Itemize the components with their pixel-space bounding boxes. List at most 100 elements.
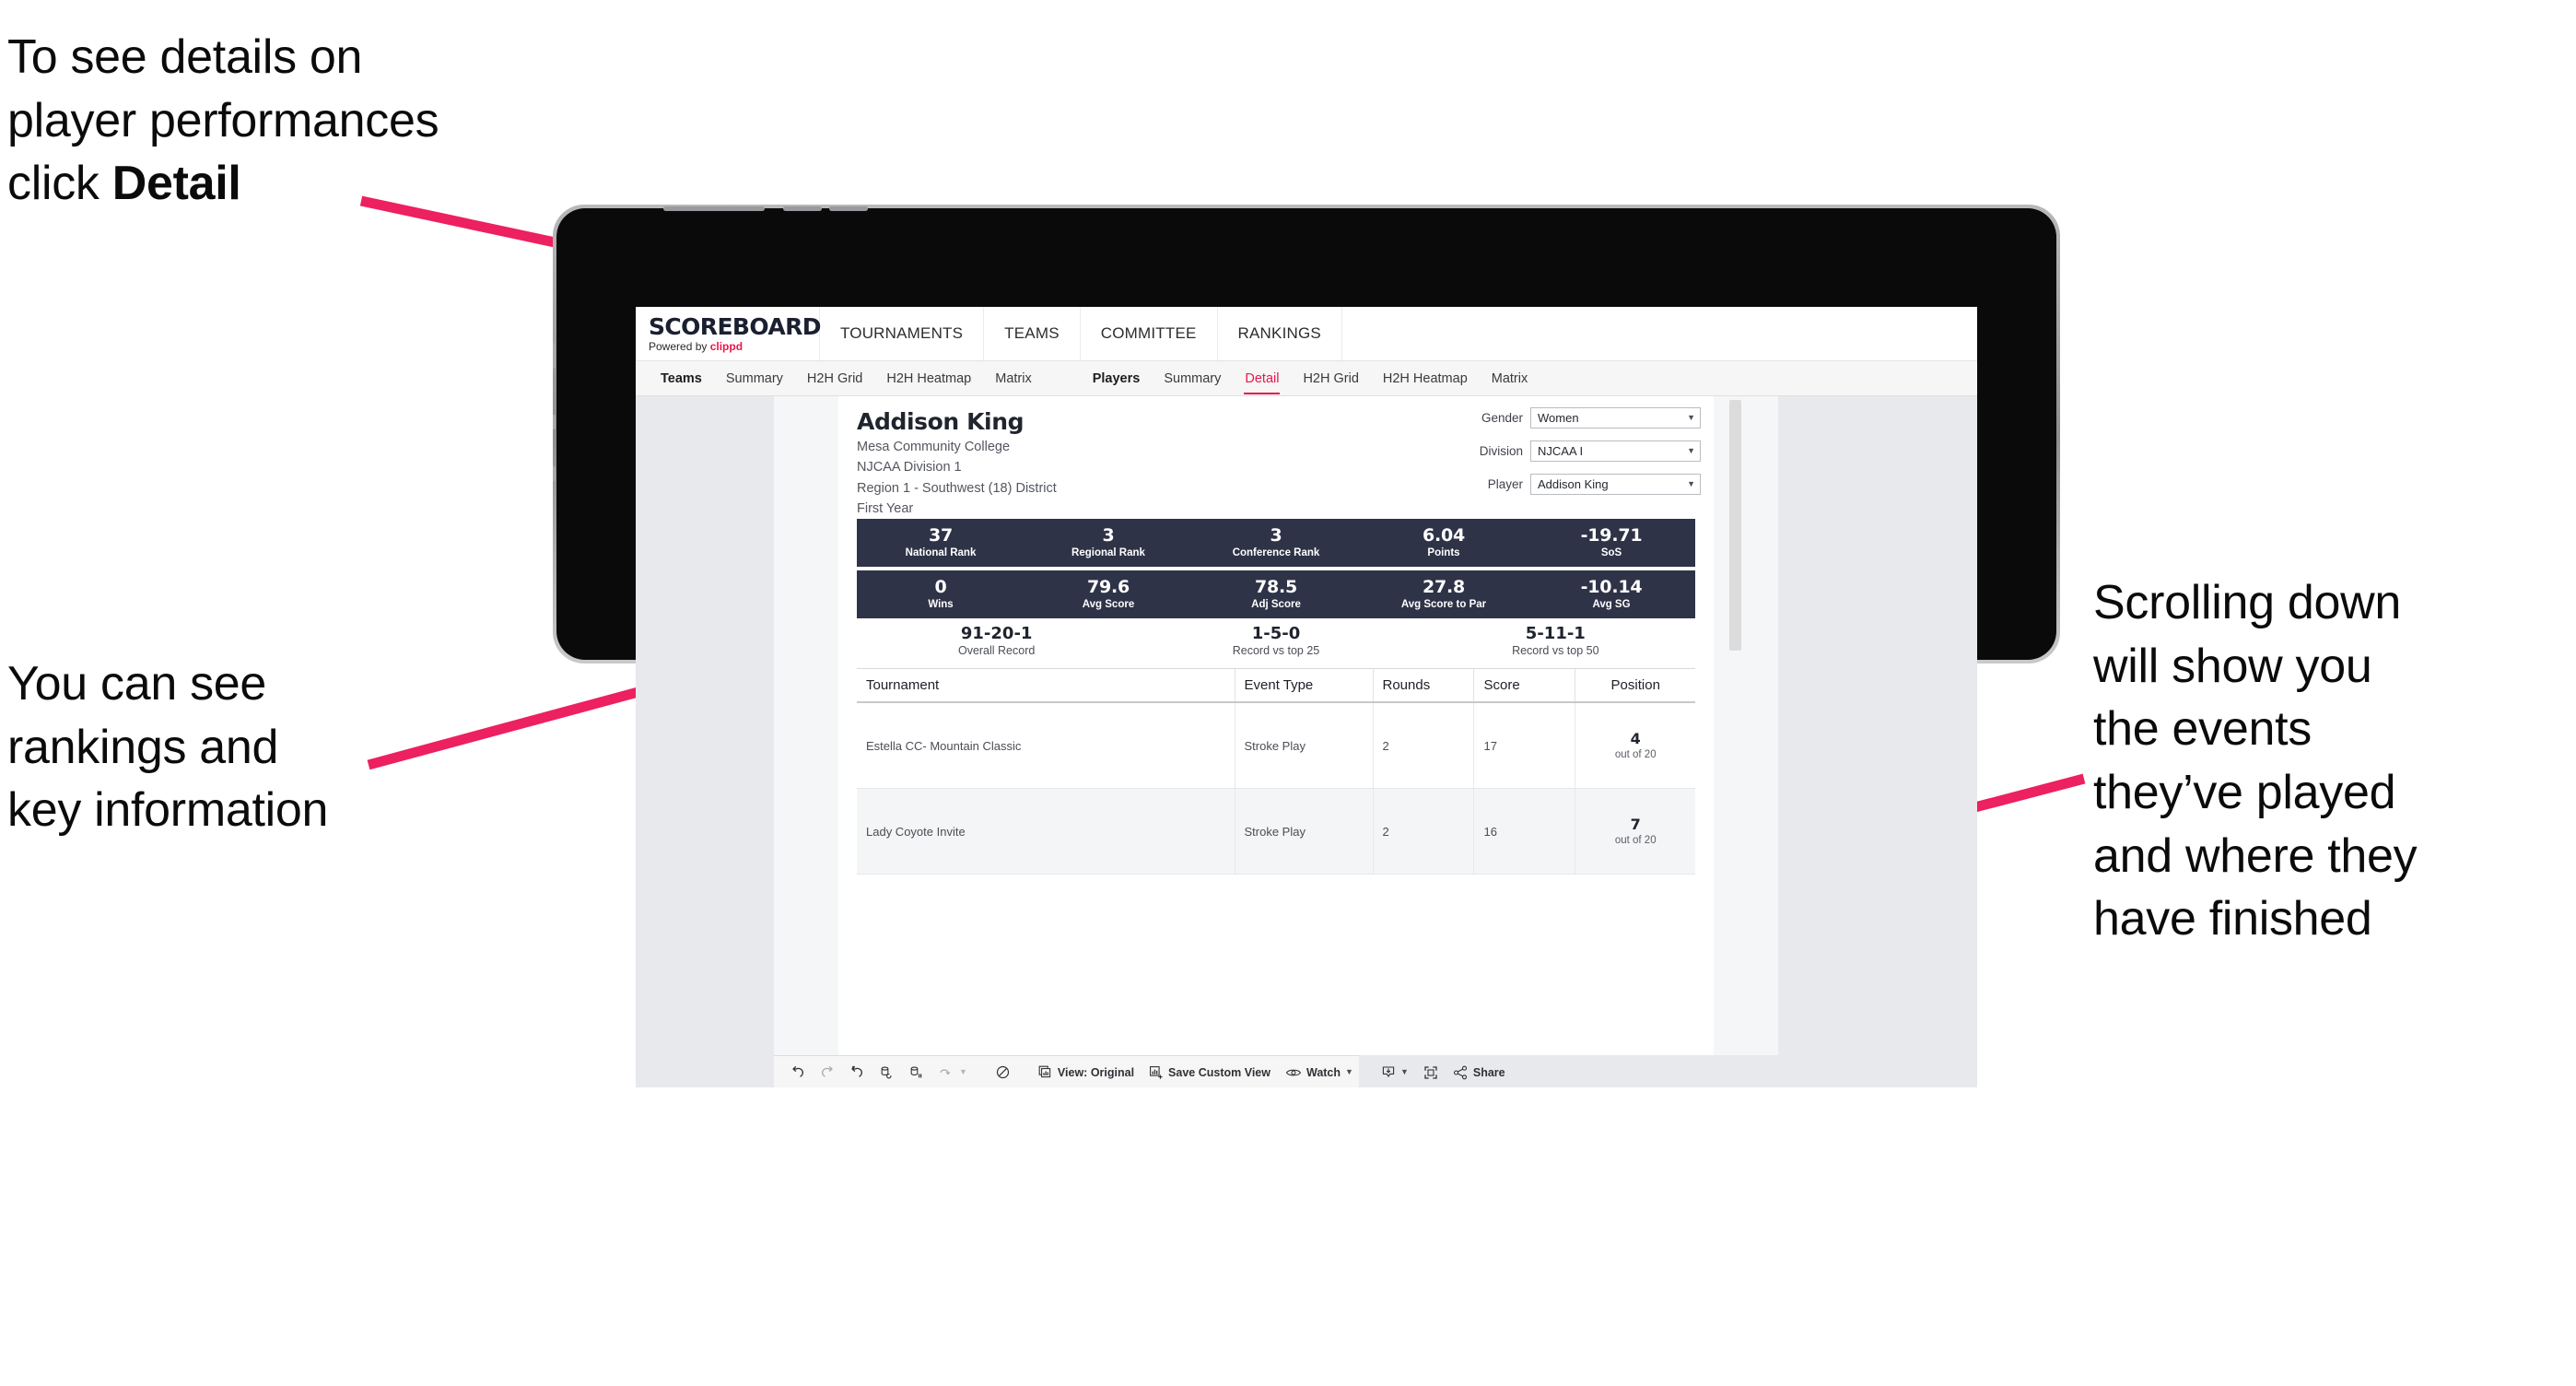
column-header-event-type[interactable]: Event Type bbox=[1235, 669, 1374, 704]
nav-rankings[interactable]: RANKINGS bbox=[1218, 307, 1342, 360]
filter-select-gender[interactable]: Women ▼ bbox=[1530, 407, 1701, 429]
cell-rounds: 2 bbox=[1373, 702, 1475, 790]
share-icon bbox=[1453, 1065, 1467, 1079]
subnav-players-h2h-heatmap[interactable]: H2H Heatmap bbox=[1371, 361, 1480, 396]
undo-icon bbox=[792, 1065, 803, 1077]
filter-select-division[interactable]: NJCAA I ▼ bbox=[1530, 440, 1701, 462]
table-row[interactable]: Estella CC- Mountain Classic Stroke Play… bbox=[857, 702, 1695, 790]
record-label: Record vs top 50 bbox=[1512, 643, 1599, 657]
annotation-top-left-bold: Detail bbox=[111, 157, 241, 211]
stat-value: 78.5 bbox=[1254, 576, 1298, 597]
redo-button[interactable] bbox=[813, 1065, 842, 1080]
cell-tournament: Estella CC- Mountain Classic bbox=[857, 702, 1235, 790]
chevron-down-icon: ▼ bbox=[1399, 1067, 1409, 1076]
players-tab-group: Players Summary Detail H2H Grid H2H Heat… bbox=[1081, 361, 1540, 396]
stats-bar-rankings: 37 National Rank 3 Regional Rank 3 Confe… bbox=[857, 519, 1695, 568]
subnav-players-head[interactable]: Players bbox=[1081, 361, 1153, 396]
subnav-teams-h2h-heatmap[interactable]: H2H Heatmap bbox=[874, 361, 983, 396]
subnav-players-summary[interactable]: Summary bbox=[1152, 361, 1233, 396]
stat-adj-score: 78.5 Adj Score bbox=[1192, 576, 1360, 610]
brand-logo[interactable]: SCOREBOARD Powered by clippd bbox=[636, 307, 822, 360]
column-header-score[interactable]: Score bbox=[1473, 669, 1576, 704]
column-header-rounds[interactable]: Rounds bbox=[1373, 669, 1475, 704]
vertical-scrollbar[interactable] bbox=[1729, 400, 1741, 651]
record-label: Overall Record bbox=[957, 643, 1036, 657]
record-value: 91-20-1 bbox=[960, 623, 1033, 643]
position-field-size: out of 20 bbox=[1614, 834, 1657, 846]
nav-committee[interactable]: COMMITTEE bbox=[1081, 307, 1218, 360]
subnav-players-detail[interactable]: Detail bbox=[1233, 361, 1291, 396]
save-custom-view-label: Save Custom View bbox=[1168, 1065, 1270, 1079]
brand-powered-prefix: Powered by bbox=[649, 340, 710, 353]
stat-avg-score: 79.6 Avg Score bbox=[1025, 578, 1192, 610]
record-value: 1-5-0 bbox=[1251, 623, 1301, 643]
stat-avg-sg: -10.14 Avg SG bbox=[1528, 576, 1695, 610]
save-custom-view-button[interactable]: Save Custom View bbox=[1142, 1065, 1278, 1080]
app-screen: SCOREBOARD Powered by clippd TOURNAMENTS… bbox=[636, 307, 1977, 1087]
show-me-button[interactable] bbox=[988, 1064, 1018, 1080]
stat-national-rank: 37 National Rank bbox=[857, 524, 1025, 558]
brand-clippd: clippd bbox=[709, 340, 744, 353]
nav-tournaments[interactable]: TOURNAMENTS bbox=[820, 307, 985, 360]
stat-label: Avg Score to Par bbox=[1400, 598, 1487, 610]
stat-value: 6.04 bbox=[1422, 524, 1466, 546]
filter-row-gender: Gender Women ▼ bbox=[1447, 407, 1701, 429]
undo-button[interactable] bbox=[783, 1065, 813, 1080]
download-icon bbox=[1382, 1065, 1395, 1077]
chevron-down-icon: ▼ bbox=[1687, 479, 1695, 488]
top-nav-items: TOURNAMENTS TEAMS COMMITTEE RANKINGS bbox=[820, 307, 1342, 360]
subnav-teams-h2h-grid[interactable]: H2H Grid bbox=[795, 361, 874, 396]
cell-position: 7 out of 20 bbox=[1575, 788, 1695, 875]
refresh-data-button[interactable] bbox=[872, 1065, 901, 1080]
dashboard-sheet: Addison King Mesa Community College NJCA… bbox=[774, 396, 1778, 1055]
show-me-icon bbox=[996, 1065, 1010, 1079]
download-button[interactable]: ▼ bbox=[1374, 1065, 1416, 1080]
filter-row-division: Division NJCAA I ▼ bbox=[1447, 440, 1701, 462]
stat-value: 37 bbox=[928, 524, 954, 546]
stat-value: 0 bbox=[934, 576, 947, 597]
stat-conference-rank: 3 Conference Rank bbox=[1192, 524, 1360, 558]
cell-score: 17 bbox=[1473, 702, 1576, 790]
view-original-icon bbox=[1038, 1065, 1051, 1077]
stat-label: Adj Score bbox=[1251, 598, 1301, 610]
column-header-tournament[interactable]: Tournament bbox=[857, 669, 1235, 704]
record-vs-top-25: 1-5-0 Record vs top 25 bbox=[1136, 625, 1415, 656]
top-navigation-bar: SCOREBOARD Powered by clippd TOURNAMENTS… bbox=[636, 307, 1977, 361]
subnav-teams-matrix[interactable]: Matrix bbox=[983, 361, 1043, 396]
events-table-wrapper: Tournament Event Type Rounds Score Posit… bbox=[857, 668, 1695, 875]
pause-auto-update-button[interactable]: ▼ bbox=[931, 1065, 975, 1080]
table-row[interactable]: Lady Coyote Invite Stroke Play 2 16 7 ou… bbox=[857, 788, 1695, 875]
player-header: Addison King Mesa Community College NJCA… bbox=[838, 396, 1714, 519]
fullscreen-button[interactable] bbox=[1416, 1065, 1446, 1080]
stat-label: Regional Rank bbox=[1071, 546, 1145, 558]
records-row: 91-20-1 Overall Record 1-5-0 Record vs t… bbox=[857, 618, 1695, 663]
share-button[interactable]: Share bbox=[1446, 1065, 1513, 1080]
revert-button[interactable] bbox=[842, 1065, 872, 1080]
pause-data-icon bbox=[910, 1066, 922, 1077]
annotation-top-left: To see details on player performances cl… bbox=[7, 26, 597, 216]
save-custom-view-icon bbox=[1150, 1065, 1163, 1079]
watch-button[interactable]: Watch ▼ bbox=[1278, 1066, 1361, 1079]
subnav-teams-head[interactable]: Teams bbox=[649, 361, 714, 396]
sub-navigation-bar: Teams Summary H2H Grid H2H Heatmap Matri… bbox=[636, 361, 1977, 396]
filter-label-division: Division bbox=[1479, 444, 1523, 458]
stat-label: National Rank bbox=[905, 546, 977, 558]
events-table: Tournament Event Type Rounds Score Posit… bbox=[857, 669, 1695, 875]
filter-select-player[interactable]: Addison King ▼ bbox=[1530, 474, 1701, 495]
stat-value: 3 bbox=[1270, 524, 1282, 546]
filter-value-division: NJCAA I bbox=[1538, 444, 1584, 458]
cell-rounds: 2 bbox=[1373, 788, 1475, 875]
share-label: Share bbox=[1472, 1065, 1505, 1079]
column-header-position[interactable]: Position bbox=[1575, 669, 1695, 704]
subnav-players-h2h-grid[interactable]: H2H Grid bbox=[1291, 361, 1370, 396]
subnav-teams-summary[interactable]: Summary bbox=[714, 361, 795, 396]
pause-data-button[interactable] bbox=[901, 1065, 931, 1080]
nav-teams[interactable]: TEAMS bbox=[984, 307, 1081, 360]
position-value: 7 bbox=[1630, 816, 1641, 834]
bottom-toolbar: ▼ View: Original Save Custom View Watch … bbox=[774, 1055, 1505, 1087]
stat-value: -10.14 bbox=[1580, 576, 1643, 597]
subnav-players-matrix[interactable]: Matrix bbox=[1480, 361, 1540, 396]
stat-label: Avg Score bbox=[1082, 598, 1135, 610]
view-original-button[interactable]: View: Original bbox=[1031, 1065, 1142, 1080]
annotation-right: Scrolling down will show you the events … bbox=[2093, 576, 2418, 946]
